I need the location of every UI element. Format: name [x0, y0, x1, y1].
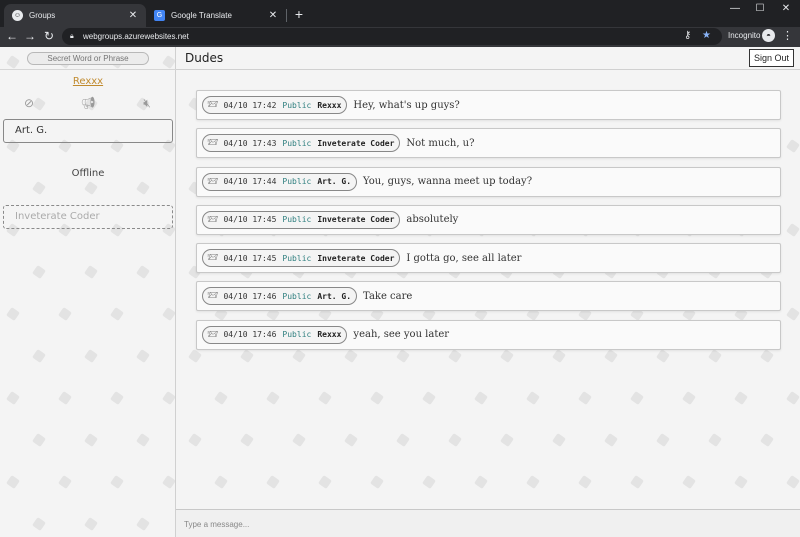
message-icon: 📨︎ [207, 138, 219, 149]
message-icon: 📨︎ [207, 214, 219, 225]
message-icon: 📨︎ [207, 329, 219, 340]
block-icon[interactable]: ⊘ [21, 95, 37, 111]
reload-icon[interactable]: ↻ [42, 29, 56, 43]
message-row: 📨︎ 04/10 17:45 Public Inveterate Coder absol… [196, 204, 781, 235]
sidebar-divider [0, 69, 176, 70]
close-icon[interactable]: ✕ [268, 10, 278, 21]
tab-groups[interactable]: ☺ Groups ✕ [4, 4, 146, 27]
message-text: You, guys, wanna meet up today? [363, 176, 533, 188]
chat-header: Dudes Sign Out [176, 47, 800, 70]
message-text: Take care [363, 290, 413, 302]
message-meta: 📨︎ 04/10 17:46 Public Art. G. [202, 287, 358, 306]
message-visibility: Public [282, 330, 312, 340]
tab-title: Google Translate [171, 11, 232, 20]
message-visibility: Public [282, 253, 312, 263]
message-author: Rexxx [317, 100, 342, 110]
message-time: 04/10 17:46 [223, 330, 277, 340]
message-visibility: Public [282, 291, 312, 301]
message-meta: 📨︎ 04/10 17:43 Public Inveterate Coder [202, 134, 401, 153]
message-meta: 📨︎ 04/10 17:46 Public Rexxx [202, 325, 348, 344]
message-time: 04/10 17:45 [223, 253, 277, 263]
message-row: 📨︎ 04/10 17:45 Public Inveterate Coder I got… [196, 243, 781, 274]
back-icon[interactable]: ← [5, 29, 19, 43]
message-visibility: Public [282, 215, 312, 225]
tab-title: Groups [29, 11, 56, 20]
message-author: Rexxx [317, 330, 342, 340]
tab-google-translate[interactable]: G Google Translate ✕ [146, 4, 286, 27]
message-text: yeah, see you later [353, 329, 450, 341]
app: Rexxx ⊘ 📢︎ 🔇︎ Art. G. Offline Inveterate… [0, 47, 800, 537]
message-meta: 📨︎ 04/10 17:45 Public Inveterate Coder [202, 210, 401, 229]
message-row: 📨︎ 04/10 17:42 Public Rexxx Hey, what's up g… [196, 90, 781, 120]
message-author: Inveterate Coder [317, 138, 395, 148]
minimize-icon[interactable]: — [728, 3, 742, 14]
message-time: 04/10 17:43 [223, 138, 277, 148]
group-title: Dudes [185, 51, 224, 65]
status-label: Offline [71, 168, 105, 179]
sidebar-actions: ⊘ 📢︎ 🔇︎ [0, 95, 176, 111]
message-author: Inveterate Coder [317, 215, 395, 225]
star-icon[interactable]: ★ [702, 30, 711, 41]
lock-icon: 🔒︎ [70, 33, 74, 40]
message-text: absolutely [406, 214, 459, 226]
message-icon: 📨︎ [207, 291, 219, 302]
close-icon[interactable]: ✕ [128, 10, 138, 21]
close-window-icon[interactable]: ✕ [779, 3, 793, 14]
chat-panel: Dudes Sign Out 📨︎ 04/10 17:42 Public Rexxx H… [176, 47, 800, 537]
forward-icon[interactable]: → [23, 29, 37, 43]
translate-icon: G [154, 10, 165, 21]
browser-toolbar: ← → ↻ 🔒︎ webgroups.azurewebsites.net ⚷ ★… [0, 27, 800, 47]
message-time: 04/10 17:42 [223, 100, 277, 110]
url-text: webgroups.azurewebsites.net [83, 32, 189, 41]
message-visibility: Public [282, 138, 312, 148]
message-time: 04/10 17:45 [223, 215, 277, 225]
message-composer [176, 509, 800, 537]
new-tab-icon[interactable]: + [292, 6, 306, 22]
message-row: 📨︎ 04/10 17:46 Public Rexxx yeah, see you la… [196, 319, 781, 350]
contact-inveterate-coder[interactable]: Inveterate Coder [3, 205, 173, 229]
message-icon: 📨︎ [207, 176, 219, 187]
megaphone-icon[interactable]: 📢︎ [80, 95, 96, 111]
message-time: 04/10 17:44 [223, 177, 277, 187]
message-meta: 📨︎ 04/10 17:44 Public Art. G. [202, 172, 358, 191]
message-text: I gotta go, see all later [406, 252, 522, 264]
browser-menu-icon[interactable]: ⋮ [782, 29, 793, 42]
message-row: 📨︎ 04/10 17:44 Public Art. G. You, guys, wan… [196, 166, 781, 197]
message-author: Art. G. [317, 291, 352, 301]
address-bar[interactable]: 🔒︎ webgroups.azurewebsites.net [62, 28, 722, 45]
message-text: Hey, what's up guys? [353, 99, 460, 111]
incognito-icon[interactable]: ◓ [762, 29, 775, 42]
message-time: 04/10 17:46 [223, 291, 277, 301]
message-text: Not much, u? [406, 137, 475, 149]
groups-icon: ☺ [12, 10, 23, 21]
message-icon: 📨︎ [207, 100, 219, 110]
message-meta: 📨︎ 04/10 17:45 Public Inveterate Coder [202, 249, 401, 268]
message-row: 📨︎ 04/10 17:46 Public Art. G. Take care [196, 281, 781, 312]
mute-icon[interactable]: 🔇︎ [139, 95, 155, 111]
message-author: Art. G. [317, 177, 352, 187]
incognito-label: Incognito [728, 31, 761, 40]
maximize-icon[interactable]: ☐ [753, 3, 767, 14]
message-row: 📨︎ 04/10 17:43 Public Inveterate Coder Not m… [196, 128, 781, 159]
tab-divider [286, 9, 287, 22]
message-list: 📨︎ 04/10 17:42 Public Rexxx Hey, what's up g… [196, 90, 781, 358]
contact-art-g[interactable]: Art. G. [3, 119, 173, 143]
sidebar: Rexxx ⊘ 📢︎ 🔇︎ Art. G. Offline Inveterate… [0, 47, 176, 537]
browser-tab-bar: ☺ Groups ✕ G Google Translate ✕ + — ☐ ✕ [0, 0, 800, 27]
message-meta: 📨︎ 04/10 17:42 Public Rexxx [202, 96, 348, 114]
message-author: Inveterate Coder [317, 253, 395, 263]
current-username[interactable]: Rexxx [0, 76, 176, 87]
secret-phrase-input[interactable] [27, 52, 149, 65]
sign-out-button[interactable]: Sign Out [748, 49, 794, 67]
message-input[interactable] [184, 516, 784, 532]
key-icon[interactable]: ⚷ [684, 30, 691, 41]
message-icon: 📨︎ [207, 253, 219, 264]
message-visibility: Public [282, 100, 312, 110]
message-visibility: Public [282, 177, 312, 187]
